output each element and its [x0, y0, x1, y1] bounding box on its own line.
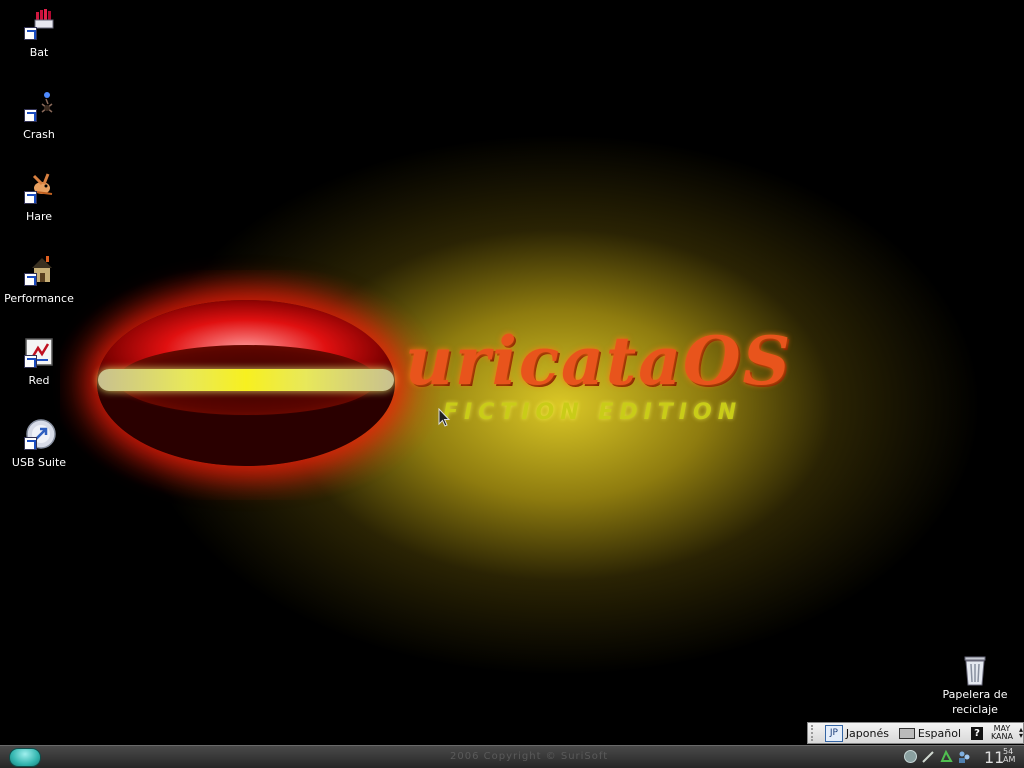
- help-icon[interactable]: ?: [971, 726, 983, 740]
- desktop-icon-label: Hare: [25, 210, 53, 223]
- bat-launcher-icon: [22, 8, 56, 42]
- shortcut-arrow-icon: [24, 273, 37, 286]
- desktop-icon-label: Performance: [4, 292, 74, 305]
- desktop-icon-red[interactable]: Red: [0, 336, 78, 406]
- desktop-icon-bat[interactable]: Bat: [0, 8, 78, 78]
- input-mode-indicator[interactable]: MAY KANA: [991, 725, 1013, 741]
- language-bar-options-icon[interactable]: ▴ ▾: [1019, 726, 1023, 740]
- desktop-icon-usb-suite[interactable]: USB Suite: [0, 418, 78, 488]
- desktop-icon-label: Bat: [29, 46, 49, 59]
- shortcut-arrow-icon: [24, 437, 37, 450]
- keyboard-icon: [898, 727, 915, 739]
- hare-launcher-icon: [22, 172, 56, 206]
- mouse-cursor-icon: [438, 408, 450, 427]
- shortcut-arrow-icon: [24, 191, 37, 204]
- network-icon[interactable]: [903, 749, 918, 764]
- desktop-wallpaper: uricataOS FICTION EDITION: [0, 0, 1024, 745]
- copyright-text: 2006 Copyright © SuriSoft: [450, 751, 609, 762]
- language-bar-grip[interactable]: [811, 725, 821, 741]
- logo-subtitle: FICTION EDITION: [443, 400, 743, 425]
- input-mode-bottom: KANA: [990, 732, 1013, 741]
- crash-launcher-icon: [22, 90, 56, 124]
- input-language-badge[interactable]: JP: [824, 724, 843, 742]
- red-launcher-icon: [22, 336, 56, 370]
- system-tray: [903, 749, 972, 764]
- pen-icon[interactable]: [921, 749, 936, 764]
- input-language-label[interactable]: Japonés: [846, 727, 889, 740]
- taskbar: 2006 Copyright © SuriSoft 11 54 AM: [0, 745, 1024, 768]
- desktop-icon-label: Papelera de reciclaje: [942, 688, 1008, 716]
- language-bar: JP Japonés Español ? MAY KANA ▴ ▾: [807, 722, 1024, 744]
- desktop-icon-label: Crash: [23, 128, 55, 141]
- trash-icon: [964, 656, 986, 686]
- clock-hour[interactable]: 11: [984, 748, 1004, 767]
- desktop-icon-crash[interactable]: Crash: [0, 90, 78, 160]
- recycle-icon[interactable]: [939, 749, 954, 764]
- logo-text: uricataOS: [405, 322, 793, 400]
- desktop-icon-trash[interactable]: Papelera de reciclaje: [935, 655, 1015, 725]
- keyboard-language-label[interactable]: Español: [918, 727, 961, 740]
- desktop-icon-label: USB Suite: [11, 456, 67, 469]
- performance-launcher-icon: [22, 254, 56, 288]
- usb-suite-launcher-icon: [22, 418, 56, 452]
- clock-minutes[interactable]: 54 AM: [1003, 748, 1015, 764]
- people-icon[interactable]: [957, 749, 972, 764]
- desktop-icon-label: Red: [28, 374, 50, 387]
- clock-ampm: AM: [1003, 755, 1016, 764]
- logo-bar: [98, 369, 394, 391]
- shortcut-arrow-icon: [24, 109, 37, 122]
- start-button[interactable]: [9, 748, 41, 767]
- shortcut-arrow-icon: [24, 355, 37, 368]
- shortcut-arrow-icon: [24, 27, 37, 40]
- desktop-icon-hare[interactable]: Hare: [0, 172, 78, 242]
- desktop-icon-performance[interactable]: Performance: [0, 254, 78, 324]
